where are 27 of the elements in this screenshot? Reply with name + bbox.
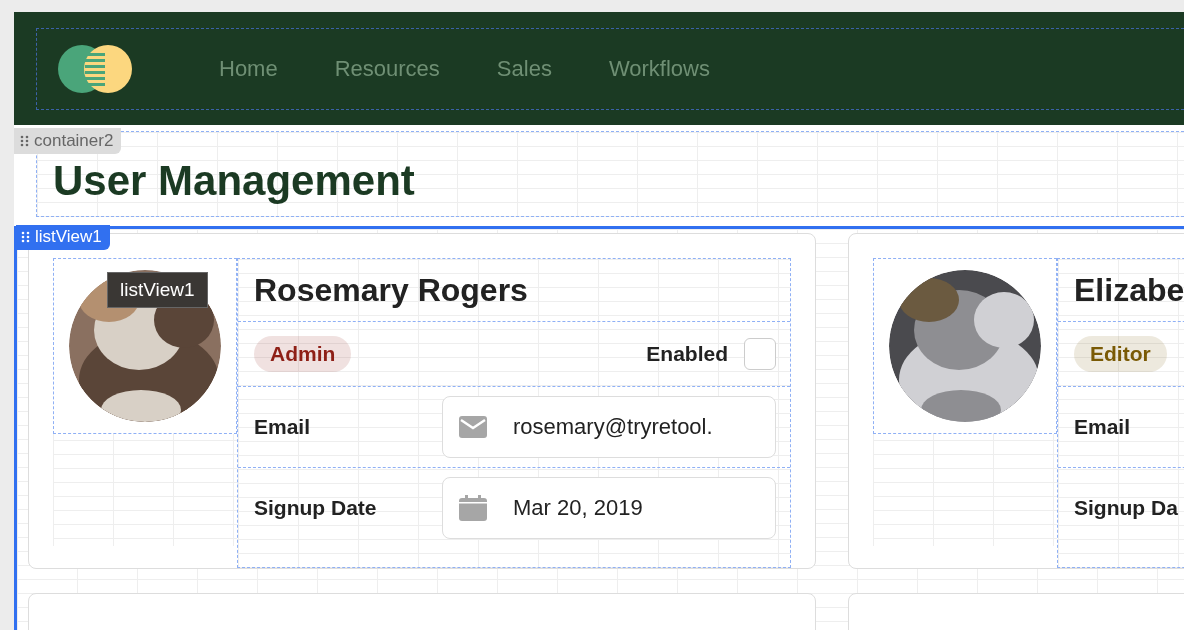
- container-label[interactable]: container2: [14, 128, 122, 154]
- user-name: Elizabe: [1073, 270, 1184, 310]
- component-name: listView1: [35, 227, 102, 247]
- role-tag: Editor: [1074, 336, 1167, 372]
- component-name: container2: [34, 131, 114, 151]
- email-label: Email: [1074, 415, 1132, 439]
- email-label: Email: [254, 415, 312, 439]
- nav-link[interactable]: Workflows: [608, 56, 710, 82]
- date-field[interactable]: Mar 20, 2019: [442, 477, 776, 539]
- enabled-label: Enabled: [646, 342, 728, 366]
- drag-handle-icon[interactable]: [21, 231, 30, 243]
- calendar-icon: [458, 495, 488, 521]
- signup-date-label: Signup Date: [254, 496, 378, 520]
- user-name: Rosemary Rogers: [253, 270, 529, 310]
- drag-handle-icon[interactable]: [20, 135, 29, 147]
- page-title: User Management: [53, 160, 415, 202]
- email-field[interactable]: rosemary@tryretool.: [442, 396, 776, 458]
- nav-link[interactable]: Home: [219, 56, 278, 82]
- mail-icon: [458, 414, 488, 440]
- nav-link[interactable]: Resources: [334, 56, 440, 82]
- list-view-label[interactable]: listView1: [16, 225, 110, 250]
- role-tag: Admin: [254, 336, 352, 372]
- signup-date-label: Signup Da: [1074, 496, 1179, 520]
- nav-link[interactable]: Sales: [496, 56, 552, 82]
- tooltip: listView1: [107, 272, 208, 308]
- logo-icon[interactable]: [57, 44, 133, 94]
- enabled-checkbox[interactable]: [744, 338, 776, 370]
